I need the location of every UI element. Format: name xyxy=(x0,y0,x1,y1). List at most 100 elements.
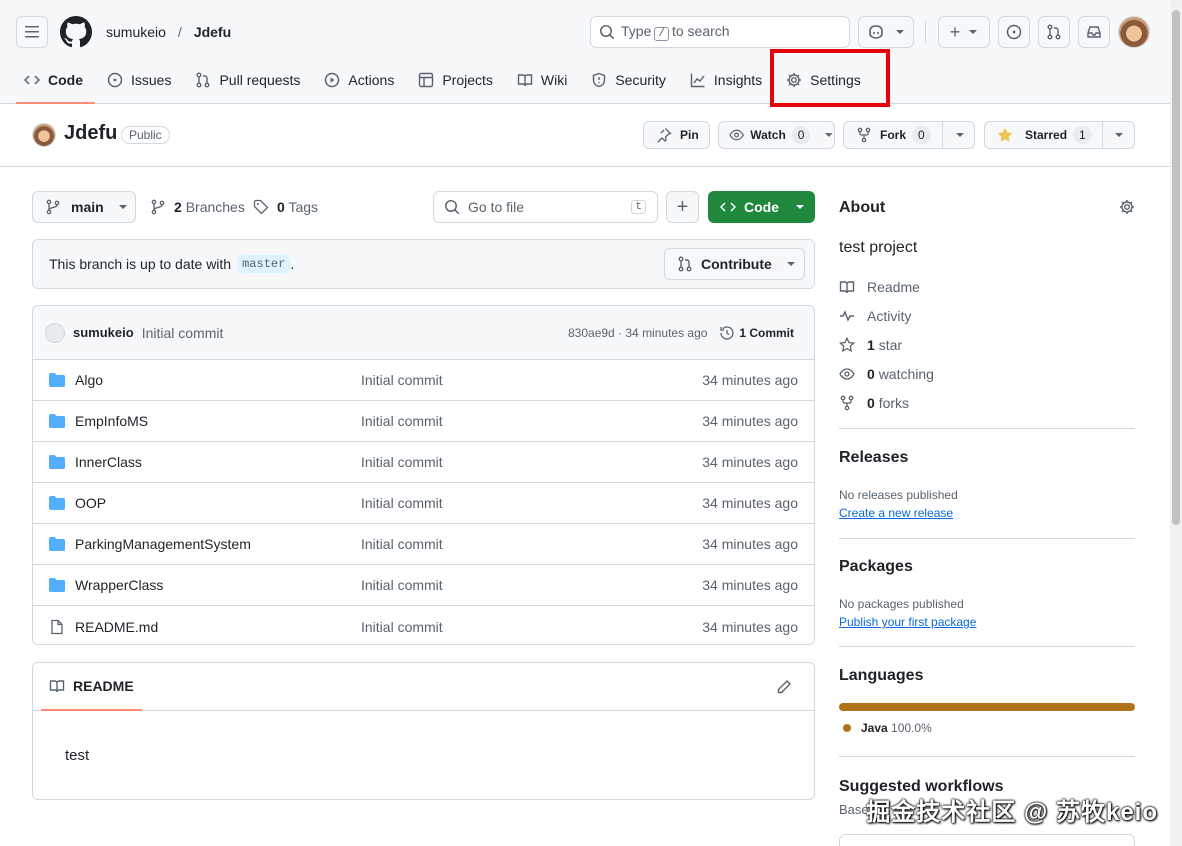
code-icon xyxy=(720,202,736,212)
file-commit-message[interactable]: Initial commit xyxy=(361,495,443,511)
starred-button[interactable]: Starred 1 xyxy=(984,121,1135,149)
tags-label: Tags xyxy=(288,199,319,215)
releases-empty: No releases published xyxy=(839,488,958,502)
fork-divider xyxy=(942,122,943,148)
file-commit-time: 34 minutes ago xyxy=(702,618,798,635)
commit-author[interactable]: sumukeio xyxy=(73,325,134,340)
repo-link[interactable]: Jdefu xyxy=(194,24,231,40)
branch-select[interactable]: main xyxy=(32,191,136,223)
chevron-down-icon[interactable] xyxy=(1114,130,1124,140)
readme-tab[interactable]: README xyxy=(41,663,142,711)
pin-button[interactable]: Pin xyxy=(643,121,710,149)
table-row[interactable]: WrapperClass Initial commit 34 minutes ago xyxy=(33,565,814,606)
eye-icon xyxy=(839,367,855,380)
stars-link[interactable]: 1 star xyxy=(839,330,934,359)
table-icon xyxy=(419,72,434,88)
readme-link[interactable]: Readme xyxy=(839,272,934,301)
file-commit-message[interactable]: Initial commit xyxy=(361,536,443,552)
tab-wiki-label: Wiki xyxy=(540,72,568,88)
file-commit-message[interactable]: Initial commit xyxy=(361,413,443,429)
inbox-button[interactable] xyxy=(1078,16,1110,48)
repo-title[interactable]: Jdefu xyxy=(64,122,117,145)
file-name[interactable]: README.md xyxy=(75,619,158,635)
branch-name: main xyxy=(71,199,104,215)
commit-author-avatar[interactable] xyxy=(45,322,65,343)
tab-code[interactable]: Code xyxy=(16,62,95,104)
git-branch-icon xyxy=(151,199,165,215)
publish-package-link[interactable]: Publish your first package xyxy=(839,615,976,629)
sidebar-divider xyxy=(839,428,1135,429)
pencil-icon[interactable] xyxy=(776,679,792,695)
create-release-link[interactable]: Create a new release xyxy=(839,506,953,520)
add-file-button[interactable]: + xyxy=(666,191,699,223)
file-commit-message[interactable]: Initial commit xyxy=(361,619,443,635)
packages-heading[interactable]: Packages xyxy=(839,558,913,576)
table-row[interactable]: Algo Initial commit 34 minutes ago xyxy=(33,360,814,401)
go-to-file-input[interactable]: Go to file t xyxy=(433,191,658,223)
github-logo-icon[interactable] xyxy=(60,16,92,48)
code-dropdown-button[interactable]: Code xyxy=(708,191,815,223)
search-input[interactable]: Type / to search xyxy=(590,16,850,48)
repo-forked-icon xyxy=(840,395,854,410)
branches-link[interactable]: 2 Branches xyxy=(150,199,245,215)
file-list: Algo Initial commit 34 minutes ago EmpInfoM… xyxy=(33,360,814,644)
forks-link[interactable]: 0 forks xyxy=(839,388,934,417)
tab-projects-label: Projects xyxy=(442,72,493,88)
sidebar-divider xyxy=(839,756,1135,757)
create-new-button[interactable]: + xyxy=(938,16,990,48)
tab-actions[interactable]: Actions xyxy=(316,62,406,98)
table-row[interactable]: InnerClass Initial commit 34 minutes ago xyxy=(33,442,814,483)
pin-label: Pin xyxy=(680,128,699,142)
book-icon xyxy=(839,280,855,293)
file-name[interactable]: ParkingManagementSystem xyxy=(75,536,251,552)
releases-heading[interactable]: Releases xyxy=(839,449,908,467)
pull-requests-button[interactable] xyxy=(1038,16,1070,48)
scrollbar-thumb[interactable] xyxy=(1172,10,1180,525)
watching-link[interactable]: 0 watching xyxy=(839,359,934,388)
copilot-button[interactable] xyxy=(858,16,914,48)
scrollbar[interactable] xyxy=(1170,0,1182,846)
file-commit-message[interactable]: Initial commit xyxy=(361,577,443,593)
commit-history-link[interactable]: 1 Commit xyxy=(719,325,794,341)
watch-button[interactable]: Watch 0 xyxy=(718,121,835,149)
tab-issues[interactable]: Issues xyxy=(99,62,183,98)
table-row[interactable]: EmpInfoMS Initial commit 34 minutes ago xyxy=(33,401,814,442)
tab-insights[interactable]: Insights xyxy=(682,62,774,98)
watching-count: 0 xyxy=(867,365,875,382)
file-name[interactable]: EmpInfoMS xyxy=(75,413,148,429)
tag-icon xyxy=(253,199,269,215)
file-name[interactable]: WrapperClass xyxy=(75,577,163,593)
commit-meta[interactable]: 830ae9d · 34 minutes ago xyxy=(568,326,707,340)
file-commit-message[interactable]: Initial commit xyxy=(361,454,443,470)
file-name[interactable]: Algo xyxy=(75,372,103,388)
readme-title: README xyxy=(73,678,134,694)
activity-link-label: Activity xyxy=(867,307,912,324)
chevron-down-icon[interactable] xyxy=(955,130,965,140)
file-commit-message[interactable]: Initial commit xyxy=(361,372,443,388)
folder-icon xyxy=(49,495,65,511)
fork-button[interactable]: Fork 0 xyxy=(843,121,975,149)
tab-projects[interactable]: Projects xyxy=(410,62,505,98)
contribute-button[interactable]: Contribute xyxy=(664,248,805,280)
language-item-java[interactable]: Java 100.0% xyxy=(843,721,932,735)
chevron-down-icon xyxy=(118,205,127,209)
issues-button[interactable] xyxy=(998,16,1030,48)
file-name[interactable]: InnerClass xyxy=(75,454,142,470)
table-row[interactable]: README.md Initial commit 34 minutes ago xyxy=(33,606,814,644)
activity-link[interactable]: Activity xyxy=(839,301,934,330)
stars-label: star xyxy=(878,336,903,353)
gear-icon[interactable] xyxy=(1119,199,1135,215)
tab-pull-requests[interactable]: Pull requests xyxy=(187,62,312,98)
language-dot xyxy=(843,724,851,732)
tab-security[interactable]: Security xyxy=(583,62,678,98)
table-row[interactable]: ParkingManagementSystem Initial commit 34 … xyxy=(33,524,814,565)
menu-button[interactable] xyxy=(16,16,48,48)
tab-wiki[interactable]: Wiki xyxy=(509,62,579,98)
branch-ref[interactable]: master xyxy=(237,255,291,273)
user-avatar[interactable] xyxy=(1118,16,1150,48)
commit-message[interactable]: Initial commit xyxy=(142,325,224,341)
tags-link[interactable]: 0 Tags xyxy=(253,199,318,215)
owner-link[interactable]: sumukeio xyxy=(106,24,166,40)
file-name[interactable]: OOP xyxy=(75,495,106,511)
table-row[interactable]: OOP Initial commit 34 minutes ago xyxy=(33,483,814,524)
